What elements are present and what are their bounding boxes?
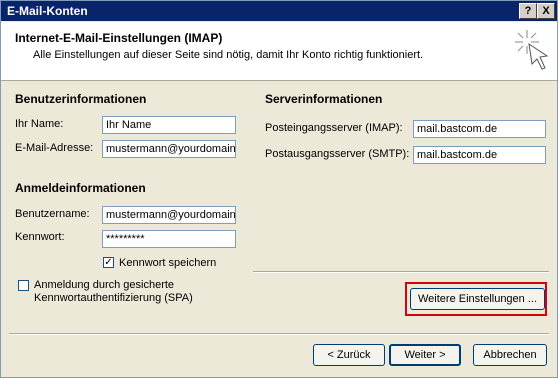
spa-label-line1: Anmeldung durch gesicherte <box>34 279 175 291</box>
username-label: Benutzername: <box>15 208 90 220</box>
window-title: E-Mail-Konten <box>7 4 88 18</box>
name-label: Ihr Name: <box>15 118 64 130</box>
outgoing-server-field[interactable]: mail.bastcom.de <box>413 146 546 164</box>
login-info-heading: Anmeldeinformationen <box>15 181 146 195</box>
incoming-server-label: Posteingangsserver (IMAP): <box>265 122 403 134</box>
name-field[interactable]: Ihr Name <box>102 116 236 134</box>
outgoing-server-label: Postausgangsserver (SMTP): <box>265 148 410 160</box>
incoming-server-field[interactable]: mail.bastcom.de <box>413 120 546 138</box>
remember-password-checkbox[interactable]: ✓ <box>103 257 114 268</box>
highlight-frame <box>405 282 547 316</box>
next-button[interactable]: Weiter > <box>389 344 461 366</box>
wizard-sparkle-icon <box>515 30 549 70</box>
email-label: E-Mail-Adresse: <box>15 142 94 154</box>
page-title: Internet-E-Mail-Einstellungen (IMAP) <box>15 31 223 45</box>
section-divider <box>253 271 549 273</box>
close-button[interactable]: X <box>537 3 555 19</box>
title-bar: E-Mail-Konten ? X <box>1 1 557 21</box>
password-label: Kennwort: <box>15 231 65 243</box>
remember-password-label: Kennwort speichern <box>119 257 217 269</box>
user-info-heading: Benutzerinformationen <box>15 92 147 106</box>
footer-divider <box>9 333 549 335</box>
cancel-button[interactable]: Abbrechen <box>473 344 547 366</box>
help-button[interactable]: ? <box>519 3 537 19</box>
username-field[interactable]: mustermann@yourdomain.de <box>102 206 236 224</box>
page-subtitle: Alle Einstellungen auf dieser Seite sind… <box>33 49 424 61</box>
password-field[interactable]: ********* <box>102 230 236 248</box>
back-button[interactable]: < Zurück <box>313 344 385 366</box>
server-info-heading: Serverinformationen <box>265 92 383 106</box>
email-field[interactable]: mustermann@yourdomain.de <box>102 140 236 158</box>
spa-label-line2: Kennwortauthentifizierung (SPA) <box>34 292 193 304</box>
dialog-header: Internet-E-Mail-Einstellungen (IMAP) All… <box>1 22 557 81</box>
email-accounts-dialog: E-Mail-Konten ? X Internet-E-Mail-Einste… <box>0 0 558 378</box>
spa-checkbox[interactable] <box>18 280 29 291</box>
